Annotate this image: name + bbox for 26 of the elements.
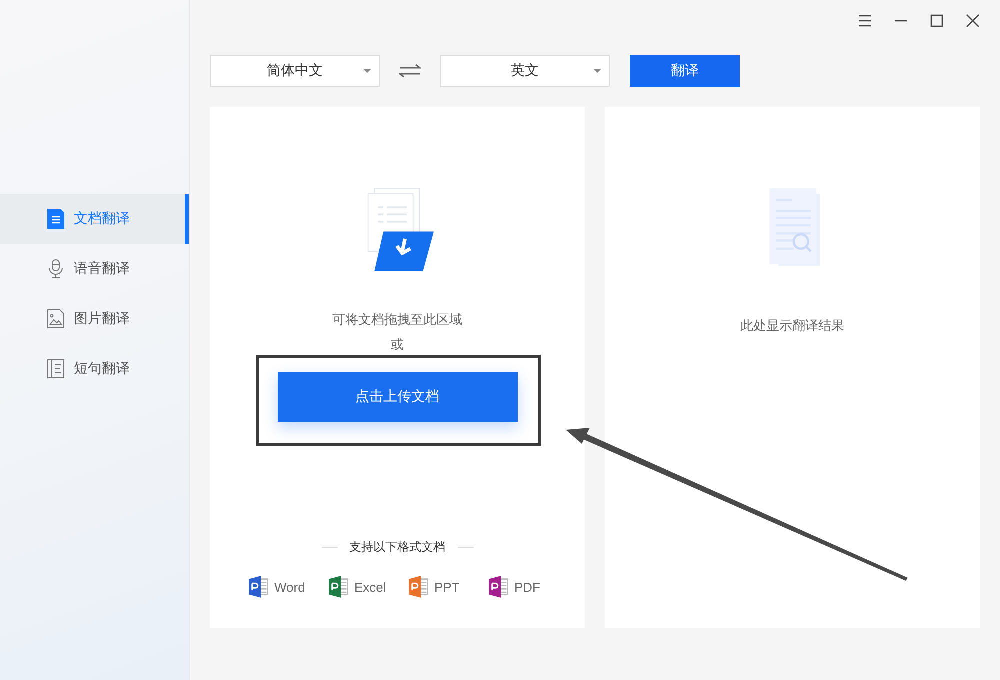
sidebar-item[interactable]: 语音翻译 [0, 244, 189, 294]
translate-button[interactable]: 翻译 [630, 55, 740, 87]
caret-icon [593, 69, 602, 74]
or-text: 或 [391, 336, 404, 354]
formats-title: 支持以下格式文档 [350, 539, 446, 556]
format-label: PPT [434, 580, 460, 594]
document-icon [47, 209, 65, 229]
result-hint: 此处显示翻译结果 [740, 317, 844, 335]
microphone-icon [47, 259, 65, 279]
format-label: Excel [354, 580, 386, 594]
menu-icon[interactable] [858, 14, 872, 28]
drop-hint: 可将文档拖拽至此区域 [332, 311, 462, 329]
target-language-dropdown[interactable]: 英文 [440, 55, 610, 87]
sidebar-item[interactable]: 短句翻译 [0, 344, 189, 394]
sidebar-item[interactable]: 文档翻译 [0, 194, 189, 244]
list-icon [47, 359, 65, 379]
format-label: PDF [514, 580, 540, 594]
image-icon [47, 309, 65, 329]
close-icon[interactable] [966, 14, 980, 28]
format-label: Word [274, 580, 306, 594]
sidebar-item[interactable]: 图片翻译 [0, 294, 189, 344]
source-language-dropdown[interactable]: 简体中文 [210, 55, 380, 87]
caret-icon [363, 69, 372, 74]
maximize-icon[interactable] [930, 14, 944, 28]
swap-icon[interactable] [399, 64, 421, 78]
upload-button[interactable]: 点击上传文档 [278, 372, 518, 422]
